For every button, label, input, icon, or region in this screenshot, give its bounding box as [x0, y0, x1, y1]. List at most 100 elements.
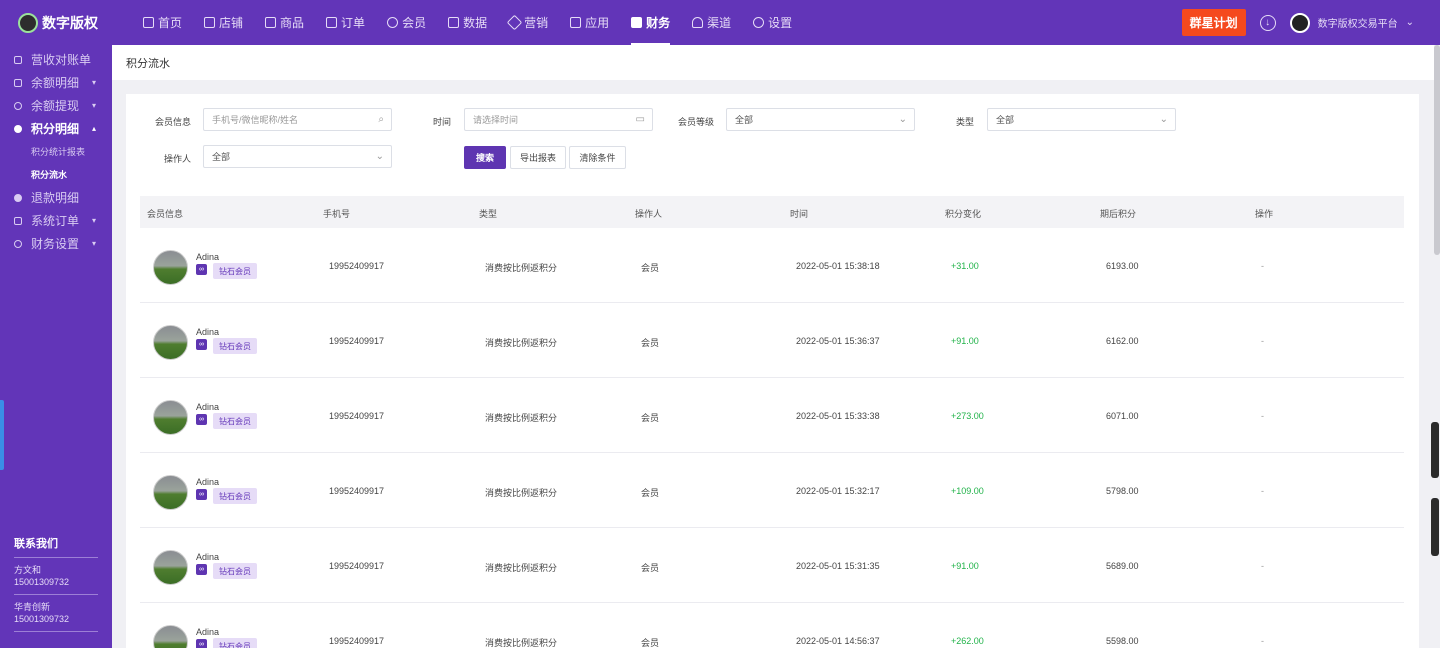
contact-entry: 华青创新 15001309732: [14, 601, 98, 632]
goods-icon: [265, 17, 277, 28]
table-row: Adina ∞ 钻石会员 19952409917 消费按比例返积分 会员 2022-05-0…: [140, 528, 1404, 603]
nav-item-channels[interactable]: 渠道: [681, 0, 742, 45]
level-filter-label: 会员等级: [678, 117, 715, 127]
cell-balance: 6071.00: [1106, 411, 1139, 421]
cell-operator: 会员: [641, 488, 660, 498]
contact-phone: 15001309732: [14, 577, 70, 587]
cell-type: 消费按比例返积分: [485, 563, 558, 573]
data-icon: [448, 17, 460, 28]
nav-label: 数据: [463, 16, 488, 30]
side-drawer-handle[interactable]: [0, 400, 4, 470]
member-badge-icon: ∞: [196, 564, 207, 575]
nav-label: 设置: [768, 16, 793, 30]
time-filter-label: 时间: [433, 117, 452, 127]
right-drawer-handle[interactable]: [1431, 498, 1439, 556]
sidebar-subitem-points-flow[interactable]: 积分流水: [0, 163, 112, 186]
level-select-value: 全部: [735, 115, 754, 125]
type-select[interactable]: 全部 ⌄: [987, 108, 1176, 131]
clear-filters-button[interactable]: 清除条件: [569, 146, 626, 169]
sidebar-item-balance[interactable]: 余额明细 ▾: [0, 71, 112, 94]
column-header: 积分变化: [945, 209, 982, 219]
table-row: Adina ∞ 钻石会员 19952409917 消费按比例返积分 会员 2022-05-0…: [140, 453, 1404, 528]
main-card: 会员信息 手机号/微信昵称/姓名 ⌕ 时间 请选择时间 ▭ 会员等级 全部 ⌄ …: [126, 94, 1419, 648]
cell-time: 2022-05-01 15:33:38: [796, 411, 880, 421]
sidebar-item-finance-settings[interactable]: 财务设置 ▾: [0, 232, 112, 255]
withdraw-icon: [14, 101, 22, 110]
cell-phone: 19952409917: [329, 336, 385, 346]
nav-item-apps[interactable]: 应用: [559, 0, 620, 45]
nav-item-finance[interactable]: 财务: [620, 0, 681, 45]
member-name: Adina: [196, 402, 220, 412]
cell-action: -: [1261, 261, 1264, 271]
cell-operator: 会员: [641, 263, 660, 273]
download-icon[interactable]: ↓: [1259, 14, 1276, 31]
page-scrollbar[interactable]: [1434, 45, 1440, 648]
chevron-down-icon: ⌄: [1405, 17, 1414, 28]
sidebar-item-revenue[interactable]: 营收对账单: [0, 48, 112, 71]
promo-button[interactable]: 群星计划: [1181, 9, 1246, 36]
sidebar-item-points[interactable]: 积分明细 ▴: [0, 117, 112, 140]
search-icon: ⌕: [378, 114, 384, 125]
cell-balance: 5689.00: [1106, 561, 1139, 571]
operator-select[interactable]: 全部 ⌄: [203, 145, 392, 168]
chevron-down-icon: ⌄: [375, 151, 384, 162]
cell-phone: 19952409917: [329, 486, 385, 496]
gear-icon: [14, 239, 22, 248]
sidebar-item-label: 积分明细: [31, 122, 80, 136]
chevron-down-icon: ▾: [91, 239, 96, 248]
scrollbar-thumb[interactable]: [1434, 45, 1440, 255]
export-button[interactable]: 导出报表: [510, 146, 566, 169]
logo[interactable]: 数字版权: [0, 0, 112, 45]
member-avatar: [153, 325, 188, 360]
nav-item-members[interactable]: 会员: [376, 0, 437, 45]
sidebar-subitem-points-report[interactable]: 积分统计报表: [0, 140, 112, 163]
cell-operator: 会员: [641, 338, 660, 348]
contact-panel: 联系我们 方文和 15001309732 华青创新 15001309732: [14, 535, 98, 638]
sidebar-item-label: 余额提现: [31, 99, 80, 113]
column-header: 会员信息: [147, 209, 184, 219]
member-search-input[interactable]: 手机号/微信昵称/姓名 ⌕: [203, 108, 392, 131]
member-badge-icon: ∞: [196, 339, 207, 350]
nav-item-goods[interactable]: 商品: [254, 0, 315, 45]
nav-item-orders[interactable]: 订单: [315, 0, 376, 45]
sidebar-item-label: 余额明细: [31, 76, 80, 90]
filter-panel: 会员信息 手机号/微信昵称/姓名 ⌕ 时间 请选择时间 ▭ 会员等级 全部 ⌄ …: [126, 94, 1419, 194]
cell-balance: 6162.00: [1106, 336, 1139, 346]
column-header: 时间: [790, 209, 809, 219]
nav-item-store[interactable]: 店铺: [193, 0, 254, 45]
nav-item-data[interactable]: 数据: [437, 0, 498, 45]
right-drawer-handle[interactable]: [1431, 422, 1439, 478]
member-level-badge: 钻石会员: [213, 338, 257, 354]
user-menu[interactable]: 数字版权交易平台 ⌄: [1289, 12, 1414, 33]
type-filter-label: 类型: [956, 117, 975, 127]
chevron-down-icon: ⌄: [1159, 114, 1168, 125]
sidebar-item-refunds[interactable]: 退款明细: [0, 186, 112, 209]
member-avatar: [153, 550, 188, 585]
cell-type: 消费按比例返积分: [485, 488, 558, 498]
nav-item-settings[interactable]: 设置: [742, 0, 803, 45]
nav-item-home[interactable]: 首页: [132, 0, 193, 45]
time-picker-input[interactable]: 请选择时间 ▭: [464, 108, 653, 131]
column-header: 期后积分: [1100, 209, 1137, 219]
member-level-badge: 钻石会员: [213, 263, 257, 279]
sidebar-item-system-orders[interactable]: 系统订单 ▾: [0, 209, 112, 232]
chevron-down-icon: ▾: [91, 216, 96, 225]
points-flow-table: 会员信息 手机号 类型 操作人 时间 积分变化 期后积分 操作 Adina ∞ 钻石…: [140, 196, 1404, 648]
nav-label: 渠道: [707, 16, 732, 30]
nav-item-marketing[interactable]: 营销: [498, 0, 559, 45]
logo-mark-icon: [18, 12, 38, 33]
avatar: [1289, 12, 1310, 33]
contact-entry: 方文和 15001309732: [14, 564, 98, 595]
chevron-down-icon: ▾: [91, 78, 96, 87]
level-select[interactable]: 全部 ⌄: [726, 108, 915, 131]
cell-time: 2022-05-01 14:56:37: [796, 636, 880, 646]
type-select-value: 全部: [996, 115, 1015, 125]
cell-balance: 5798.00: [1106, 486, 1139, 496]
search-button[interactable]: 搜索: [464, 146, 506, 169]
column-header: 操作人: [635, 209, 663, 219]
member-search-placeholder: 手机号/微信昵称/姓名: [212, 115, 299, 125]
sidebar-item-withdraw[interactable]: 余额提现 ▾: [0, 94, 112, 117]
sidebar: 营收对账单 余额明细 ▾ 余额提现 ▾ 积分明细 ▴ 积分统计报表 积分流水 退款明细…: [0, 45, 112, 648]
member-avatar: [153, 625, 188, 648]
chevron-down-icon: ⌄: [898, 114, 907, 125]
